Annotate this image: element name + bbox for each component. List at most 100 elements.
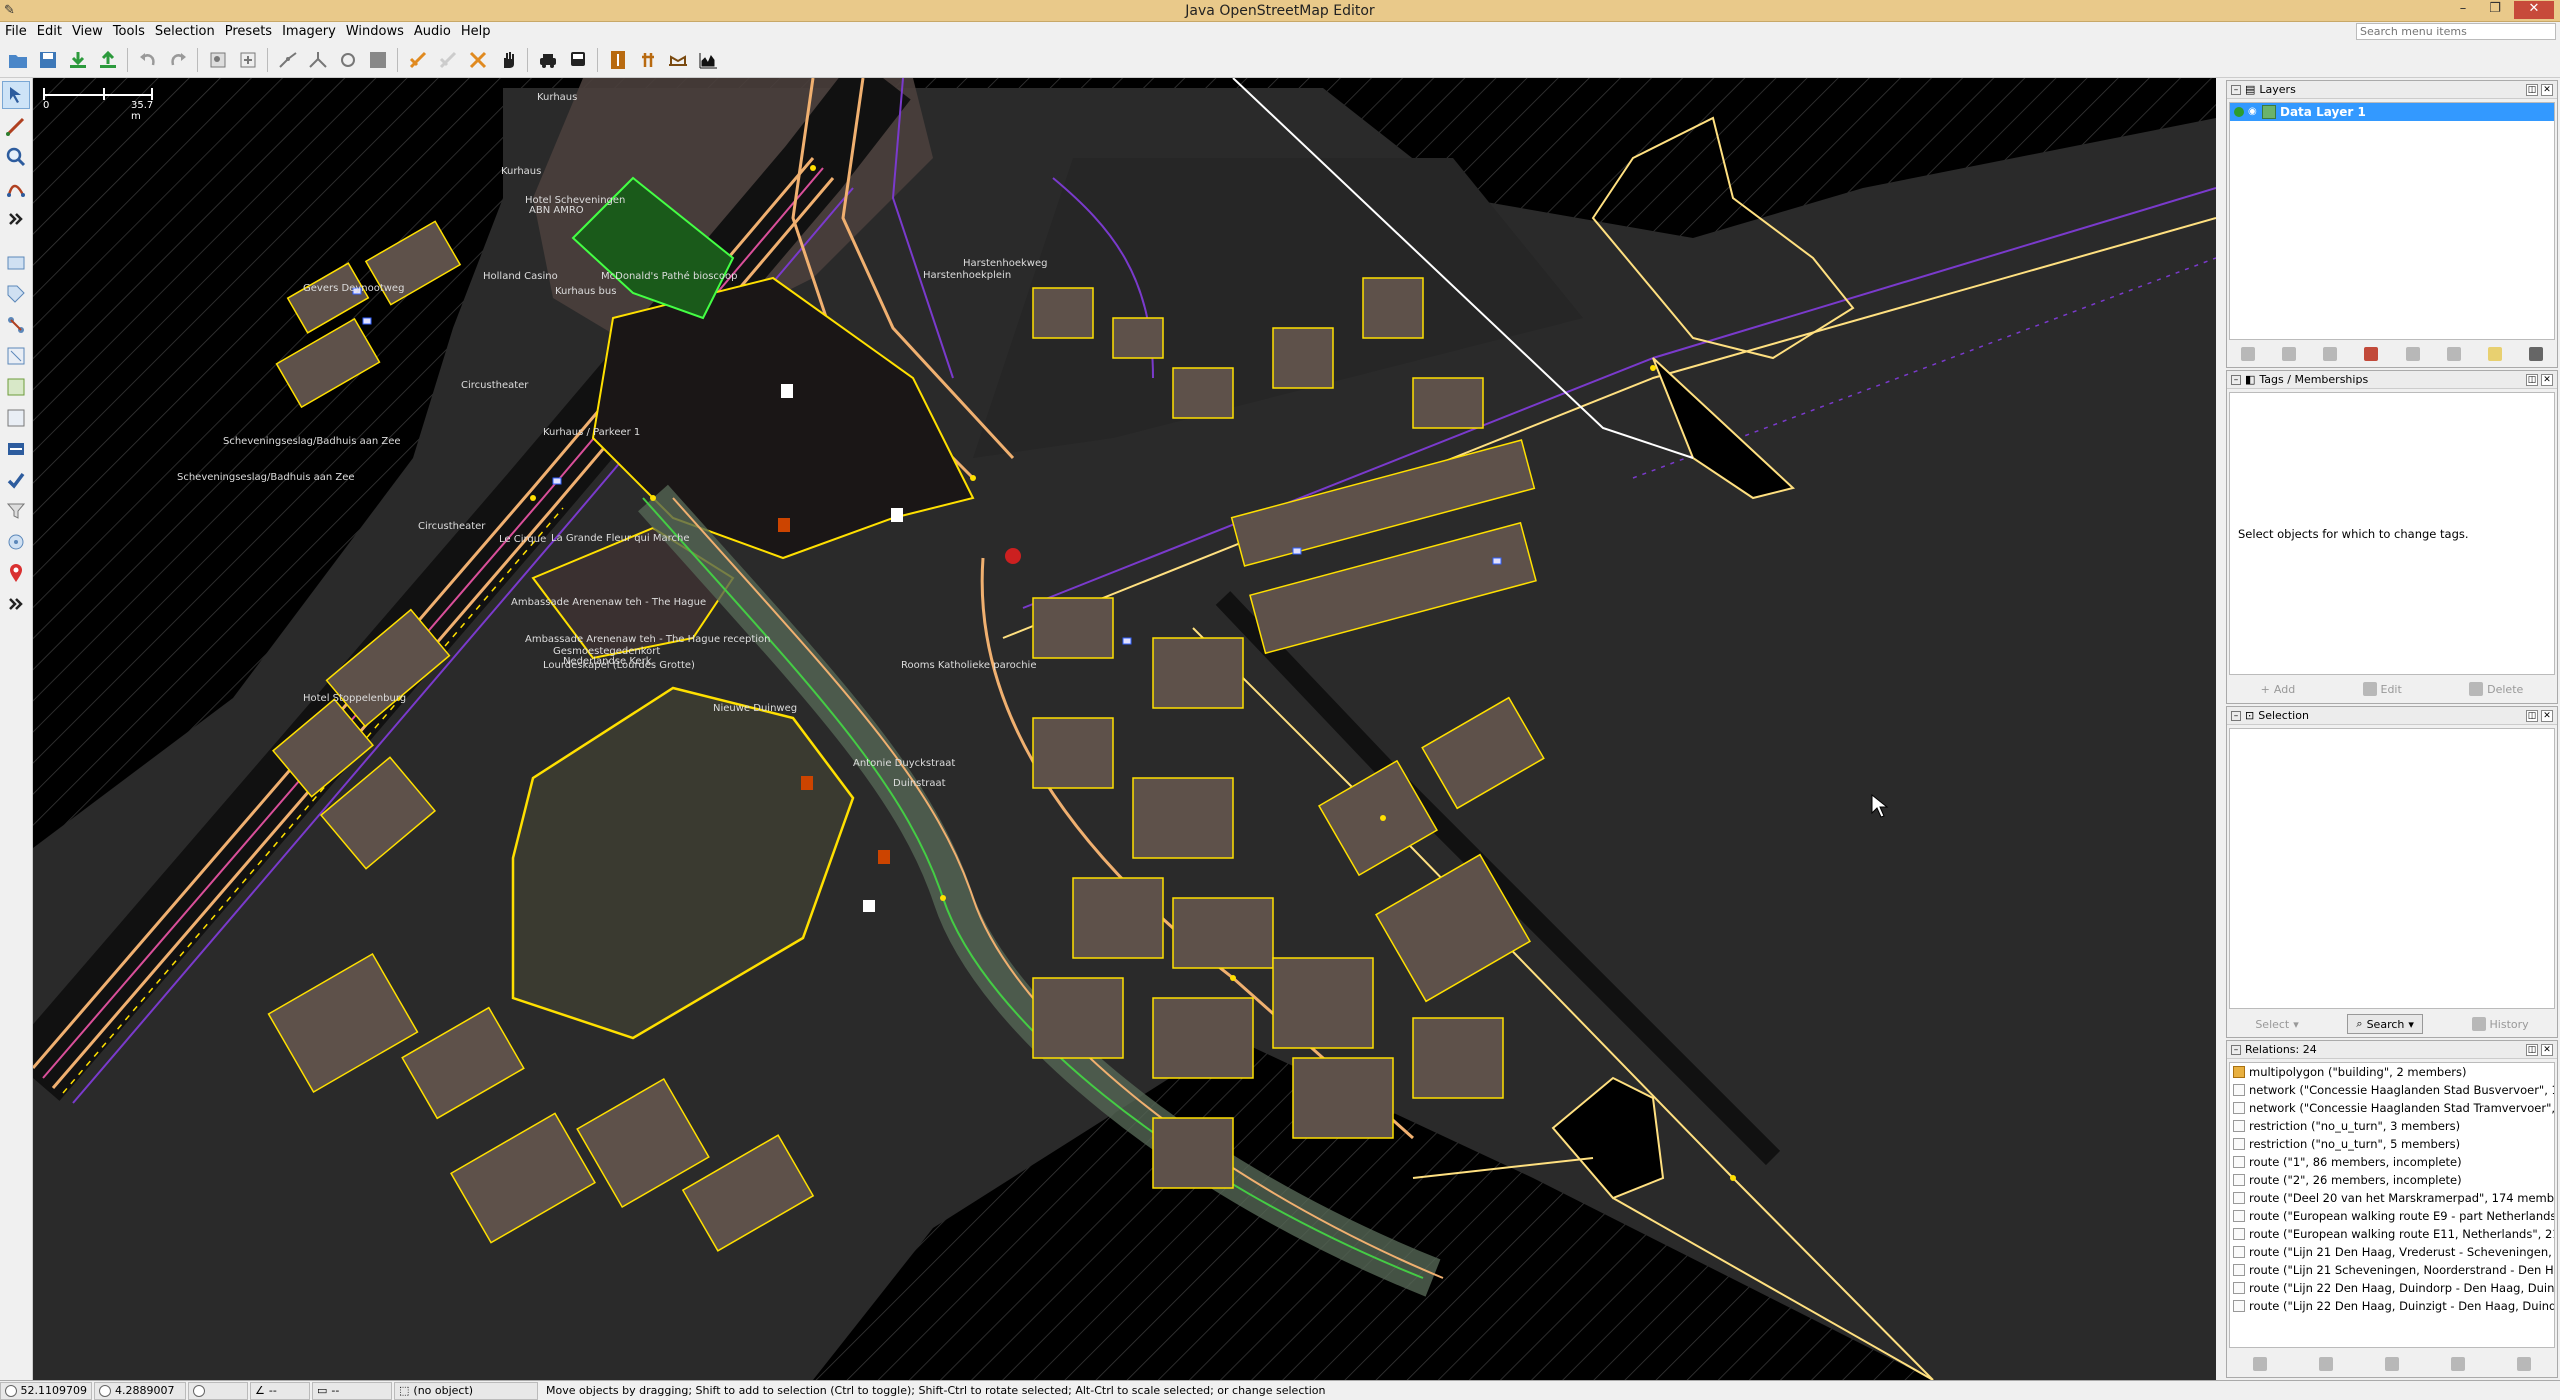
menu-edit[interactable]: Edit [32,22,67,42]
bridge-icon[interactable] [664,46,691,73]
relation-row[interactable]: network ("Concessie Haaglanden Stad Busv… [2230,1081,2554,1099]
move-down-icon[interactable] [2274,345,2304,363]
reverse-icon[interactable] [334,46,361,73]
note-pin-icon[interactable] [2,559,30,587]
zoom-tool-icon[interactable] [2,143,30,171]
relations-panel-header[interactable]: – Relations: 24 ◫ ✕ [2227,1041,2557,1059]
relations-toggle-icon[interactable] [2,311,30,339]
delete-layer-icon[interactable] [2521,345,2551,363]
more-toggles-icon[interactable] [2,590,30,618]
layer-row[interactable]: ◉ Data Layer 1 [2230,103,2554,121]
relation-row[interactable]: route ("European walking route E11, Neth… [2230,1225,2554,1243]
notes-icon[interactable] [2,528,30,556]
bus-icon[interactable] [564,46,591,73]
relation-row[interactable]: route ("1", 86 members, incomplete) [2230,1153,2554,1171]
collapse-icon[interactable]: – [2231,710,2241,721]
collapse-icon[interactable]: – [2231,1044,2241,1055]
menu-file[interactable]: File [0,22,32,42]
map-paint-icon[interactable] [2,435,30,463]
zoom-icon[interactable] [234,46,261,73]
relation-row[interactable]: multipolygon ("building", 2 members) [2230,1063,2554,1081]
history-icon[interactable] [2,373,30,401]
collapse-icon[interactable]: – [2231,374,2241,385]
close-panel-icon[interactable]: ✕ [2541,83,2553,96]
close-panel-icon[interactable]: ✕ [2541,373,2553,386]
layer-active-icon[interactable] [2234,107,2244,117]
changeset-icon[interactable] [2,497,30,525]
edit-tag-button[interactable]: Edit [2355,680,2410,698]
layer-info-icon[interactable] [2439,345,2469,363]
wireframe-icon[interactable] [364,46,391,73]
hand-icon[interactable] [494,46,521,73]
delete-relation-icon[interactable] [2443,1355,2473,1373]
search-button[interactable]: ⌕ Search ▾ [2347,1014,2423,1034]
select-relation-icon[interactable] [2509,1355,2539,1373]
menu-tools[interactable]: Tools [108,22,150,42]
minimize-icon[interactable]: – [2450,1,2476,19]
combine-way-icon[interactable] [304,46,331,73]
edit-relation-icon[interactable] [2311,1355,2341,1373]
duplicate-relation-icon[interactable] [2377,1355,2407,1373]
restore-icon[interactable]: ❐ [2482,1,2508,19]
history-button[interactable]: History [2464,1015,2537,1033]
menu-presets[interactable]: Presets [220,22,277,42]
close-panel-icon[interactable]: ✕ [2541,709,2553,722]
relation-row[interactable]: route ("European walking route E9 - part… [2230,1207,2554,1225]
relation-row[interactable]: route ("Lijn 21 Den Haag, Vrederust - Sc… [2230,1243,2554,1261]
tags-panel-header[interactable]: – ◧ Tags / Memberships ◫ ✕ [2227,371,2557,389]
map-view[interactable]: 0 35.7 m Hotel Scheveningen ABN AMRO Kurha… [33,78,2216,1380]
relation-row[interactable]: route ("Deel 20 van het Marskramerpad", … [2230,1189,2554,1207]
validator-icon[interactable] [2,342,30,370]
visibility-icon[interactable] [2398,345,2428,363]
relation-row[interactable]: route ("Lijn 21 Scheveningen, Noorderstr… [2230,1261,2554,1279]
collapse-icon[interactable]: – [2231,84,2241,95]
undock-icon[interactable]: ◫ [2526,373,2538,386]
layer-visible-icon[interactable]: ◉ [2248,107,2258,117]
new-relation-icon[interactable] [2245,1355,2275,1373]
relation-row[interactable]: restriction ("no_u_turn", 3 members) [2230,1117,2554,1135]
undock-icon[interactable]: ◫ [2526,709,2538,722]
draw-tool-icon[interactable] [2,112,30,140]
merge-layer-icon[interactable] [2356,345,2386,363]
undock-icon[interactable]: ◫ [2526,1043,2538,1056]
relation-row[interactable]: route ("Lijn 22 Den Haag, Duinzigt - Den… [2230,1297,2554,1315]
relation-row[interactable]: network ("Concessie Haaglanden Stad Tram… [2230,1099,2554,1117]
undo-icon[interactable] [134,46,161,73]
menu-windows[interactable]: Windows [341,22,409,42]
delete-tool-icon[interactable] [2,174,30,202]
add-tag-button[interactable]: + Add [2253,681,2304,698]
map-canvas[interactable] [33,78,2216,1380]
undock-icon[interactable]: ◫ [2526,83,2538,96]
orthogonal-icon[interactable] [434,46,461,73]
align-icon[interactable] [404,46,431,73]
relation-row[interactable]: route ("2", 26 members, incomplete) [2230,1171,2554,1189]
relation-row[interactable]: route ("Lijn 22 Den Haag, Duindorp - Den… [2230,1279,2554,1297]
download-icon[interactable] [64,46,91,73]
delete-tag-button[interactable]: Delete [2461,680,2531,698]
duplicate-layer-icon[interactable] [2315,345,2345,363]
filter-icon[interactable] [2,466,30,494]
save-icon[interactable] [34,46,61,73]
menu-audio[interactable]: Audio [409,22,456,42]
layers-panel-header[interactable]: – ▤ Layers ◫ ✕ [2227,81,2557,99]
close-icon[interactable]: ✕ [2514,1,2554,19]
relation-row[interactable]: restriction ("no_u_turn", 5 members) [2230,1135,2554,1153]
info-icon[interactable] [604,46,631,73]
selection-panel-header[interactable]: – ⊡ Selection ◫ ✕ [2227,707,2557,725]
menu-imagery[interactable]: Imagery [277,22,341,42]
rename-layer-icon[interactable] [2480,345,2510,363]
parking-icon[interactable] [634,46,661,73]
move-up-icon[interactable] [2233,345,2263,363]
relations-list[interactable]: multipolygon ("building", 2 members) netw… [2229,1062,2555,1348]
menu-view[interactable]: View [67,22,108,42]
tags-toggle-icon[interactable] [2,280,30,308]
close-panel-icon[interactable]: ✕ [2541,1043,2553,1056]
menu-help[interactable]: Help [456,22,496,42]
simplify-icon[interactable] [464,46,491,73]
select-tool-icon[interactable] [2,81,30,109]
select-button[interactable]: Select ▾ [2247,1016,2306,1033]
more-tools-icon[interactable] [2,205,30,233]
open-icon[interactable] [4,46,31,73]
layers-toggle-icon[interactable] [2,249,30,277]
redo-icon[interactable] [164,46,191,73]
